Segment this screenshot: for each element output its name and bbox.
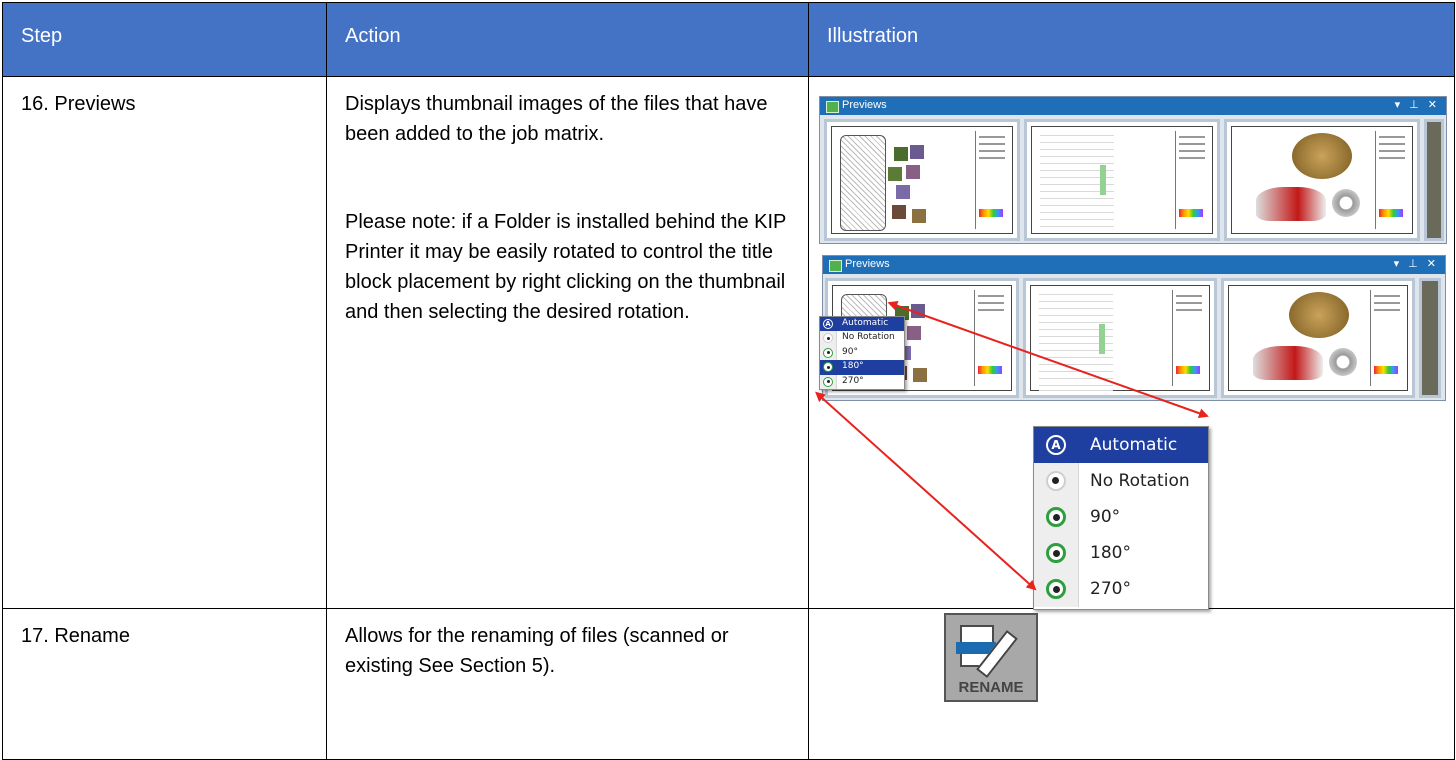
table-row: 17. Rename Allows for the renaming of fi… [2, 608, 1455, 760]
previews-icon [829, 260, 842, 272]
previews-icon [826, 101, 839, 113]
action-description: Allows for the renaming of files (scanne… [345, 625, 729, 677]
rotate-180-icon [1046, 543, 1066, 563]
table-header-row: Step Action Illustration [2, 2, 1455, 77]
menu-item-no-rotation[interactable]: No Rotation [820, 331, 904, 346]
previews-window: Previews ▾ ⊥ ✕ [819, 96, 1447, 244]
previews-title: Previews [845, 258, 890, 270]
menu-item-180[interactable]: 180° [820, 360, 904, 375]
previews-titlebar: Previews ▾ ⊥ ✕ [823, 256, 1445, 274]
menu-item-automatic[interactable]: A Automatic [1034, 427, 1208, 463]
automatic-icon: A [1046, 435, 1066, 455]
preview-thumbnail-drawing[interactable] [1024, 119, 1220, 241]
preview-thumbnail-partial[interactable] [1419, 278, 1441, 398]
previews-window-with-menu: Previews ▾ ⊥ ✕ A Automatic No Rotation 9… [819, 255, 1446, 401]
preview-thumbnail-partial[interactable] [1424, 119, 1444, 241]
rotate-270-icon [1046, 579, 1066, 599]
illustration-cell: RENAME [808, 608, 1455, 760]
menu-item-90[interactable]: 90° [1034, 499, 1208, 535]
rotate-90-icon [1046, 507, 1066, 527]
action-note: Please note: if a Folder is installed be… [345, 211, 787, 323]
menu-item-no-rotation[interactable]: No Rotation [1034, 463, 1208, 499]
step-cell: 16. Previews [21, 93, 136, 115]
no-rotation-icon [1046, 471, 1066, 491]
illustration-cell: Previews ▾ ⊥ ✕ Previews ▾ ⊥ ✕ A Automati… [808, 76, 1455, 610]
instructions-table: Step Action Illustration 16. Previews Di… [2, 2, 1455, 760]
header-action: Action [326, 2, 809, 77]
automatic-icon: A [823, 319, 833, 329]
preview-thumbnail-drawing[interactable] [1023, 278, 1217, 398]
preview-thumbnail-landscape[interactable] [824, 119, 1020, 241]
previews-titlebar: Previews ▾ ⊥ ✕ [820, 97, 1446, 115]
preview-thumbnail-engine[interactable] [1224, 119, 1420, 241]
previews-title: Previews [842, 99, 887, 111]
menu-item-automatic[interactable]: A Automatic [820, 317, 904, 332]
arrow-to-menu-bottom [815, 391, 1037, 591]
rotation-context-menu-large: A Automatic No Rotation 90° 180° 270° [1033, 426, 1209, 610]
rotation-context-menu-small: A Automatic No Rotation 90° 180° 270° [819, 316, 905, 390]
window-controls[interactable]: ▾ ⊥ ✕ [1394, 257, 1439, 270]
header-illustration: Illustration [808, 2, 1455, 77]
rotate-270-icon [823, 376, 833, 387]
rename-label: RENAME [958, 679, 1024, 696]
menu-item-180[interactable]: 180° [1034, 535, 1208, 571]
rotate-90-icon [823, 347, 833, 358]
action-description: Displays thumbnail images of the files t… [345, 93, 768, 145]
step-cell: 17. Rename [21, 625, 130, 647]
window-controls[interactable]: ▾ ⊥ ✕ [1395, 98, 1440, 111]
rename-button[interactable]: RENAME [944, 613, 1038, 702]
table-row: 16. Previews Displays thumbnail images o… [2, 76, 1455, 610]
menu-item-270[interactable]: 270° [1034, 571, 1208, 607]
menu-item-270[interactable]: 270° [820, 374, 904, 389]
preview-thumbnail-engine[interactable] [1221, 278, 1415, 398]
header-step: Step [2, 2, 327, 77]
menu-item-90[interactable]: 90° [820, 345, 904, 361]
